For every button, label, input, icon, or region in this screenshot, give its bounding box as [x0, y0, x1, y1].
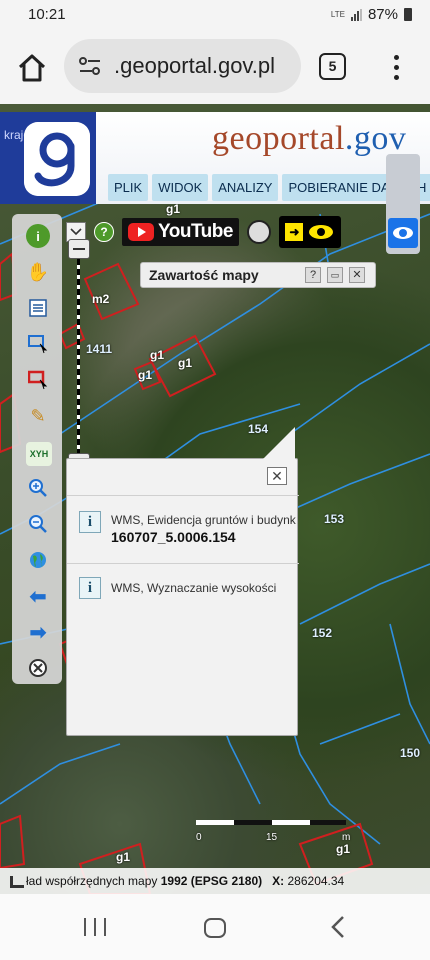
address-bar[interactable]: .geoportal.gov.pl: [64, 39, 301, 93]
parcel-number: 152: [312, 626, 333, 640]
parcel-label: g1: [336, 842, 351, 856]
divider: [67, 563, 299, 564]
coordinate-system-icon[interactable]: [10, 876, 24, 888]
popup-close-button[interactable]: ✕: [267, 467, 287, 485]
scale-bar: 0 15 m: [196, 820, 350, 843]
globe-icon[interactable]: [26, 548, 50, 572]
arrow-forward-icon[interactable]: ➡: [26, 620, 50, 644]
info-entry-name: WMS, Ewidencja gruntów i budynk: [111, 513, 296, 527]
info-icon[interactable]: i: [26, 224, 50, 248]
status-bar: 10:21 LTE 87%: [0, 0, 430, 32]
window-close-button[interactable]: ✕: [349, 267, 365, 283]
home-icon[interactable]: [16, 52, 48, 84]
status-indicators: LTE 87%: [331, 6, 412, 23]
map-toolbar: ? YouTube ➜: [66, 214, 341, 250]
zoom-out-icon[interactable]: [26, 512, 50, 536]
eye-contrast-icon: [309, 225, 334, 239]
zoom-rail[interactable]: [77, 259, 80, 459]
play-icon: [128, 223, 154, 241]
parcel-label: g1: [150, 348, 165, 362]
geoportal-logo-text: geoportal.gov: [212, 120, 407, 157]
coordinate-readout: ład współrzędnych mapy 1992 (EPSG 2180) …: [26, 874, 345, 888]
menu-item-analizy[interactable]: ANALIZY: [212, 174, 279, 201]
parcel-label: m2: [92, 292, 110, 306]
browser-menu-icon[interactable]: [388, 52, 404, 82]
home-button-icon[interactable]: [204, 918, 226, 938]
coordinates-bar: ład współrzędnych mapy 1992 (EPSG 2180) …: [0, 868, 430, 894]
layers-list-icon[interactable]: [26, 296, 50, 320]
system-navigation-bar: [0, 894, 430, 960]
accessibility-wheel-icon[interactable]: [246, 220, 271, 244]
map-contents-title: Zawartość mapy: [149, 267, 259, 283]
zoom-slider[interactable]: [68, 239, 90, 479]
pan-hand-icon[interactable]: ✋: [26, 260, 50, 284]
back-icon[interactable]: [328, 914, 348, 940]
menu-item-plik[interactable]: PLIK: [108, 174, 149, 201]
menu-item-widok[interactable]: WIDOK: [152, 174, 209, 201]
site-settings-icon[interactable]: [78, 56, 102, 76]
battery-percent: 87%: [367, 6, 398, 23]
accessibility-button[interactable]: ➜: [278, 216, 341, 248]
pencil-icon[interactable]: ✎: [26, 404, 50, 428]
parcel-label: g1: [138, 368, 153, 382]
geoportal-logo-icon[interactable]: [24, 122, 90, 196]
arrow-back-icon[interactable]: ⬅: [26, 584, 50, 608]
url-text: .geoportal.gov.pl: [114, 53, 276, 78]
youtube-label: YouTube: [158, 221, 233, 242]
youtube-button[interactable]: YouTube: [122, 218, 239, 246]
info-square-icon: i: [79, 511, 101, 533]
geoportal-header: krajo geoportal.gov PLIK WIDOK ANALIZY P…: [0, 112, 430, 204]
full-extent-icon[interactable]: [26, 656, 50, 680]
scale-label-mid: 15: [266, 832, 278, 843]
parcel-id-value: 160707_5.0006.154: [111, 529, 236, 545]
select-rectangle-blue-icon[interactable]: [26, 332, 50, 356]
status-time: 10:21: [28, 6, 66, 23]
main-menu: PLIK WIDOK ANALIZY POBIERANIE DANYCH: [108, 174, 430, 201]
arrow-right-icon: ➜: [285, 223, 304, 241]
popup-tail: [263, 427, 295, 459]
left-toolbar: i ✋ ✎ XYH ⬅ ➡: [12, 214, 62, 684]
parcel-number: 153: [324, 512, 345, 526]
eye-icon[interactable]: [388, 218, 418, 248]
window-maximize-button[interactable]: ▭: [327, 267, 343, 283]
network-type: LTE: [330, 9, 345, 19]
scale-label-unit: m: [342, 832, 351, 843]
tab-switcher-button[interactable]: 5: [319, 53, 346, 80]
x-label: X:: [272, 874, 285, 888]
parcel-number: 150: [400, 746, 421, 760]
info-square-icon: i: [79, 577, 101, 599]
x-value: 286204.34: [287, 874, 345, 888]
scale-label-zero: 0: [196, 832, 202, 843]
coordinate-system: 1992 (EPSG 2180): [160, 874, 263, 888]
map-contents-window: Zawartość mapy ? ▭ ✕: [140, 262, 376, 288]
xyh-coordinates-icon[interactable]: XYH: [26, 442, 52, 466]
battery-icon: [404, 8, 412, 21]
parcel-label: g1: [116, 850, 131, 864]
browser-toolbar: .geoportal.gov.pl 5: [0, 32, 430, 104]
zoom-slider-handle[interactable]: [68, 239, 90, 259]
help-icon[interactable]: ?: [94, 222, 114, 242]
parcel-label: g1: [178, 356, 193, 370]
window-help-button[interactable]: ?: [305, 267, 321, 283]
feature-info-popup: ✕ i WMS, Ewidencja gruntów i budynk 1607…: [66, 427, 299, 736]
map-canvas[interactable]: m2 g1 g1 g1 g1 g1 g1 1411 154 153 152 14…: [0, 104, 430, 894]
recent-apps-icon[interactable]: [84, 918, 106, 938]
signal-icon: [350, 8, 362, 21]
info-entry-name: WMS, Wyznaczanie wysokości: [111, 581, 277, 595]
select-rectangle-red-icon[interactable]: [26, 368, 50, 392]
divider: [67, 495, 299, 496]
zoom-in-icon[interactable]: [26, 476, 50, 500]
